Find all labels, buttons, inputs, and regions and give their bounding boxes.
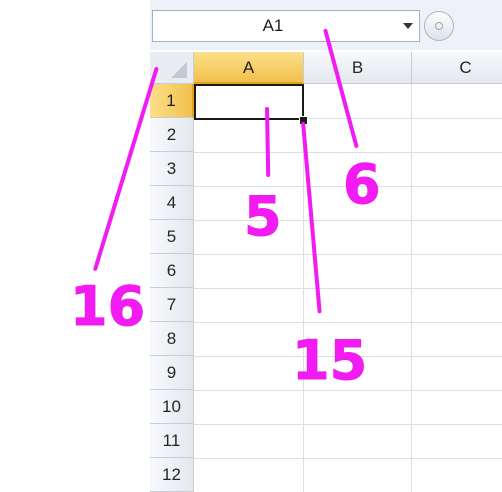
row-header-3[interactable]: 3 [150, 152, 194, 186]
annotation-label-15: 15 [291, 329, 368, 392]
column-header-b[interactable]: B [304, 52, 412, 84]
row-header-4[interactable]: 4 [150, 186, 194, 220]
row-header-11[interactable]: 11 [150, 424, 194, 458]
grid-line [194, 424, 502, 425]
annotation-label-16: 16 [69, 275, 146, 338]
grid-line [194, 458, 502, 459]
grid-line [411, 84, 412, 492]
column-header-a[interactable]: A [194, 52, 304, 84]
column-header-c[interactable]: C [412, 52, 502, 84]
row-header-12[interactable]: 12 [150, 458, 194, 492]
row-header-9[interactable]: 9 [150, 356, 194, 390]
grid-line [194, 322, 502, 323]
select-all-triangle-icon [171, 62, 187, 78]
grid-line [194, 220, 502, 221]
row-header-8[interactable]: 8 [150, 322, 194, 356]
row-header-10[interactable]: 10 [150, 390, 194, 424]
formula-bar-button[interactable] [424, 11, 454, 41]
row-header-7[interactable]: 7 [150, 288, 194, 322]
row-header-6[interactable]: 6 [150, 254, 194, 288]
name-box[interactable]: A1 [152, 10, 420, 42]
active-cell-a1[interactable] [194, 84, 304, 120]
row-header-5[interactable]: 5 [150, 220, 194, 254]
name-box-value[interactable]: A1 [153, 11, 393, 41]
annotation-label-6: 6 [343, 153, 382, 216]
annotation-line-16 [92, 66, 159, 272]
row-header-2[interactable]: 2 [150, 118, 194, 152]
grid-line [194, 254, 502, 255]
grid-line [194, 288, 502, 289]
row-header-1[interactable]: 1 [150, 84, 194, 118]
annotation-label-5: 5 [244, 185, 283, 248]
chevron-down-icon[interactable] [403, 23, 413, 29]
circle-button-icon [435, 22, 443, 30]
